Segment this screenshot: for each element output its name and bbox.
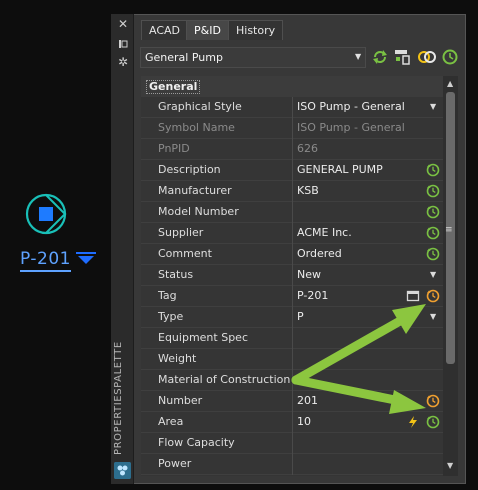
chevron-down-icon[interactable]: ▼ [430,102,436,111]
tag-triangle-icon [76,252,96,264]
green-clock-icon[interactable] [426,247,440,261]
property-value[interactable]: Ordered [297,247,342,260]
orange-clock-icon[interactable] [426,289,440,303]
property-label: Supplier [158,226,204,239]
palette-vertical-title: PROPERTIESPALETTE [113,341,124,455]
property-label: Comment [158,247,212,260]
property-label: Status [158,268,194,281]
property-value: ISO Pump - General [297,121,405,134]
property-label: Type [158,310,184,323]
property-label: Graphical Style [158,100,242,113]
property-value[interactable]: ISO Pump - General [297,100,405,113]
property-label: Power [158,457,192,470]
property-label: Model Number [158,205,239,218]
property-label: Equipment Spec [158,331,248,344]
property-label: Flow Capacity [158,436,235,449]
chevron-down-icon[interactable]: ▼ [430,270,436,279]
property-label: Description [158,163,221,176]
green-clock-icon[interactable] [426,226,440,240]
property-label: Manufacturer [158,184,232,197]
green-clock-icon[interactable] [440,47,460,67]
green-clock-icon[interactable] [426,415,440,429]
property-value[interactable]: KSB [297,184,319,197]
property-label: Area [158,415,184,428]
settings-icon[interactable]: ✲ [116,55,130,69]
property-label: Number [158,394,203,407]
grip-icon: ≡ [445,225,453,235]
palette-app-icon[interactable] [114,462,131,479]
property-value[interactable]: GENERAL PUMP [297,163,383,176]
property-value[interactable]: 201 [297,394,318,407]
property-value[interactable]: P-201 [297,289,328,302]
select-objects-icon[interactable] [393,47,413,67]
tab-acad[interactable]: ACAD [141,20,189,40]
section-title: General [146,80,201,94]
pump-tag-label[interactable]: P-201 [20,250,71,272]
green-clock-icon[interactable] [426,163,440,177]
class-selector-value: General Pump [145,51,223,64]
property-value[interactable]: New [297,268,321,281]
linked-objects-icon[interactable] [417,47,437,67]
property-label: Material of Construction [158,373,291,386]
column-divider[interactable] [292,97,293,475]
scroll-up-icon[interactable]: ▲ [447,79,453,88]
lightning-icon[interactable] [406,415,420,429]
property-label: PnPID [158,142,190,155]
property-label: Tag [158,289,177,302]
property-value[interactable]: 10 [297,415,311,428]
refresh-icon[interactable] [370,47,390,67]
scroll-down-icon[interactable]: ▼ [447,461,453,470]
property-label: Weight [158,352,197,365]
property-value[interactable]: P [297,310,304,323]
property-value[interactable]: ACME Inc. [297,226,352,239]
green-clock-icon[interactable] [426,184,440,198]
tab-pid[interactable]: P&ID [186,20,229,40]
pump-symbol-icon[interactable] [24,192,68,236]
tag-editor-icon[interactable] [406,289,420,303]
tab-history[interactable]: History [228,20,284,40]
pin-icon[interactable] [116,37,130,51]
chevron-down-icon: ▼ [355,52,362,61]
close-icon[interactable]: ✕ [116,17,130,31]
green-clock-icon[interactable] [426,205,440,219]
property-label: Symbol Name [158,121,235,134]
orange-clock-icon[interactable] [426,394,440,408]
property-value: 626 [297,142,318,155]
chevron-down-icon[interactable]: ▼ [430,312,436,321]
